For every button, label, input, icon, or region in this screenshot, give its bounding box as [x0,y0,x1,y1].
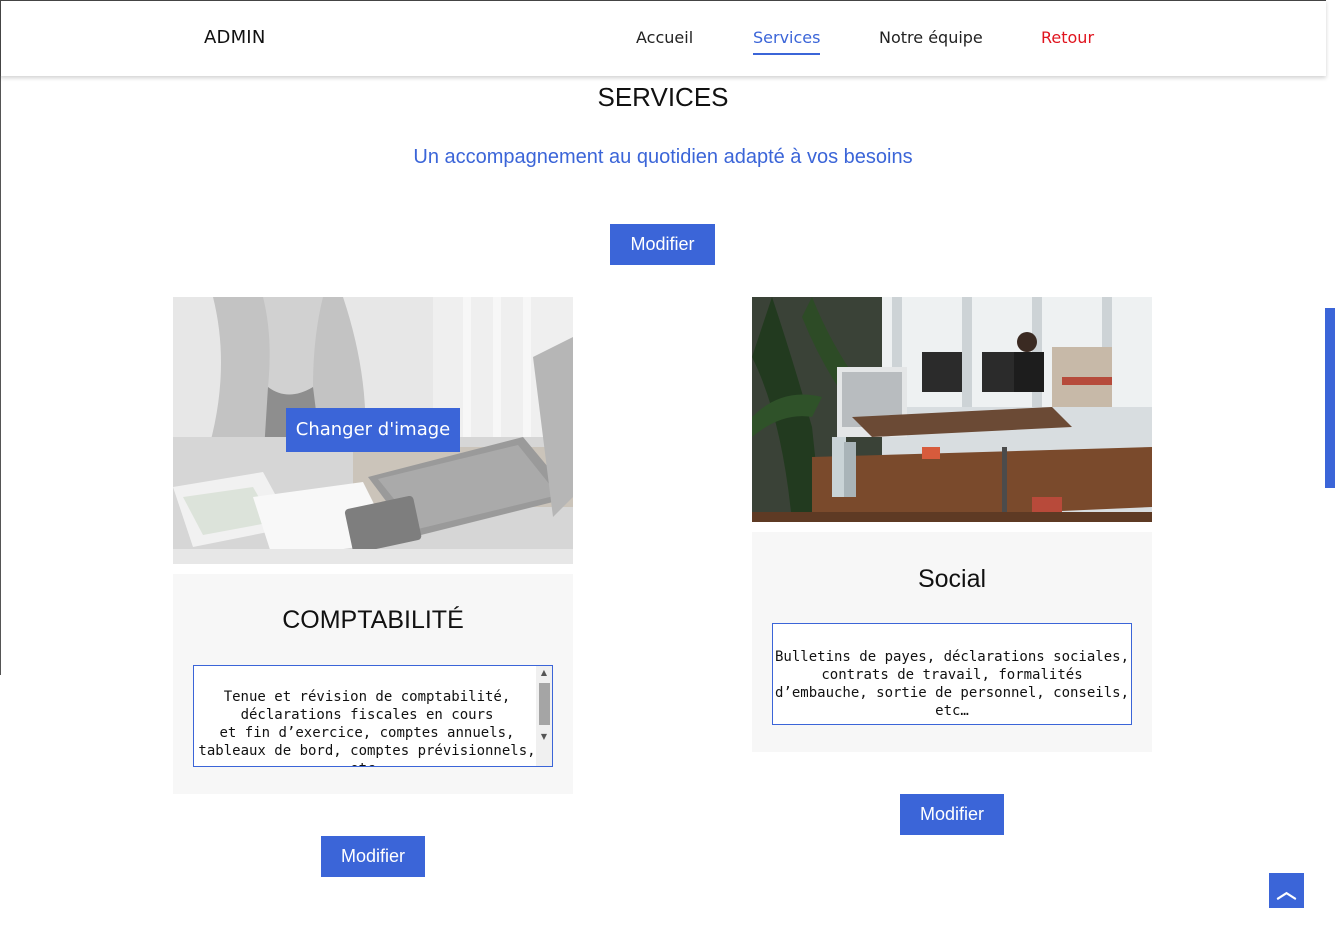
textarea-scrollbar[interactable]: ▲ ▼ [536,666,552,766]
nav-item-services[interactable]: Services [753,28,821,55]
modify-comptabilite-button[interactable]: Modifier [321,836,425,877]
nav-item-accueil[interactable]: Accueil [636,28,693,47]
back-to-top-button[interactable]: ︿ [1269,873,1304,908]
comptabilite-title: COMPTABILITÉ [282,606,464,634]
scroll-up-icon[interactable]: ▲ [539,668,549,677]
comptabilite-image[interactable]: Changer d'image [173,297,573,564]
social-card: Social Bulletins de payes, déclarations … [752,532,1152,752]
top-navbar: ADMIN Accueil Services Notre équipe Reto… [0,0,1326,76]
page-subtitle: Un accompagnement au quotidien adapté à … [413,146,913,168]
social-textarea[interactable]: Bulletins de payes, déclarations sociale… [772,623,1132,725]
social-title: Social [917,565,987,593]
scroll-down-icon[interactable]: ▼ [539,732,549,741]
chevron-up-icon: ︿ [1276,879,1297,903]
comptabilite-card: COMPTABILITÉ Tenue et révision de compta… [173,574,573,794]
nav-item-notre-equipe[interactable]: Notre équipe [879,28,983,47]
change-image-button[interactable]: Changer d'image [286,408,460,452]
textarea-scroll-thumb[interactable] [539,683,550,725]
page-scrollbar-thumb[interactable] [1325,308,1335,488]
modify-social-button[interactable]: Modifier [900,794,1004,835]
comptabilite-textarea[interactable]: Tenue et révision de comptabilité, décla… [193,665,553,767]
modify-header-button[interactable]: Modifier [610,224,715,265]
social-photo [752,297,1152,522]
brand-logo[interactable]: ADMIN [204,27,265,48]
nav-item-retour[interactable]: Retour [1041,28,1094,47]
page-title: SERVICES [597,82,729,112]
social-image[interactable] [752,297,1152,522]
